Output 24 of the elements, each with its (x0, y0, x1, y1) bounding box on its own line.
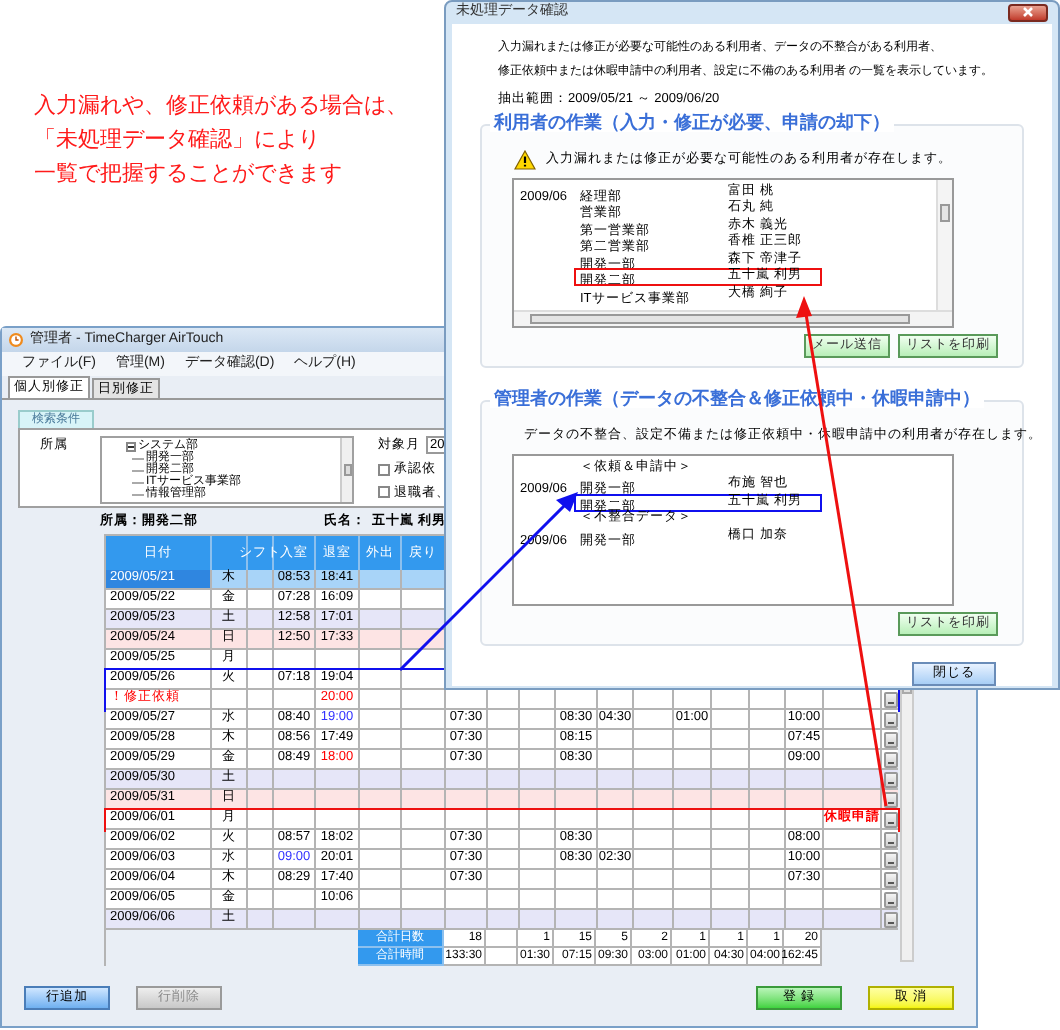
row-menu-button[interactable] (883, 771, 897, 787)
checkbox[interactable] (378, 463, 390, 476)
annotation-text: 「未処理データ確認」により (34, 126, 322, 154)
checkbox[interactable] (378, 486, 390, 499)
clock-icon (8, 332, 24, 348)
row-menu-button[interactable] (883, 851, 897, 867)
scrollbar[interactable] (936, 179, 952, 309)
row-menu-button[interactable] (883, 811, 897, 827)
row-menu-button[interactable] (883, 691, 897, 707)
scrollbar[interactable] (340, 438, 352, 502)
scrollbar[interactable] (514, 309, 952, 325)
close-icon[interactable] (1008, 3, 1048, 22)
row-menu-button[interactable] (883, 751, 897, 767)
row-menu-button[interactable] (883, 871, 897, 887)
row-menu-button[interactable] (883, 711, 897, 727)
row-menu-button[interactable] (883, 831, 897, 847)
section-title: 利用者の作業（入力・修正が必要、申請の却下） (490, 113, 894, 131)
row-menu-button[interactable] (883, 891, 897, 907)
warning-icon (514, 149, 536, 169)
row-menu-button[interactable] (883, 731, 897, 747)
collapse-icon[interactable] (126, 441, 136, 451)
annotation-text: 一覧で把握することができます (34, 160, 344, 188)
row-menu-button[interactable] (883, 911, 897, 927)
annotation-text: 入力漏れや、修正依頼がある場合は、 (34, 92, 408, 120)
